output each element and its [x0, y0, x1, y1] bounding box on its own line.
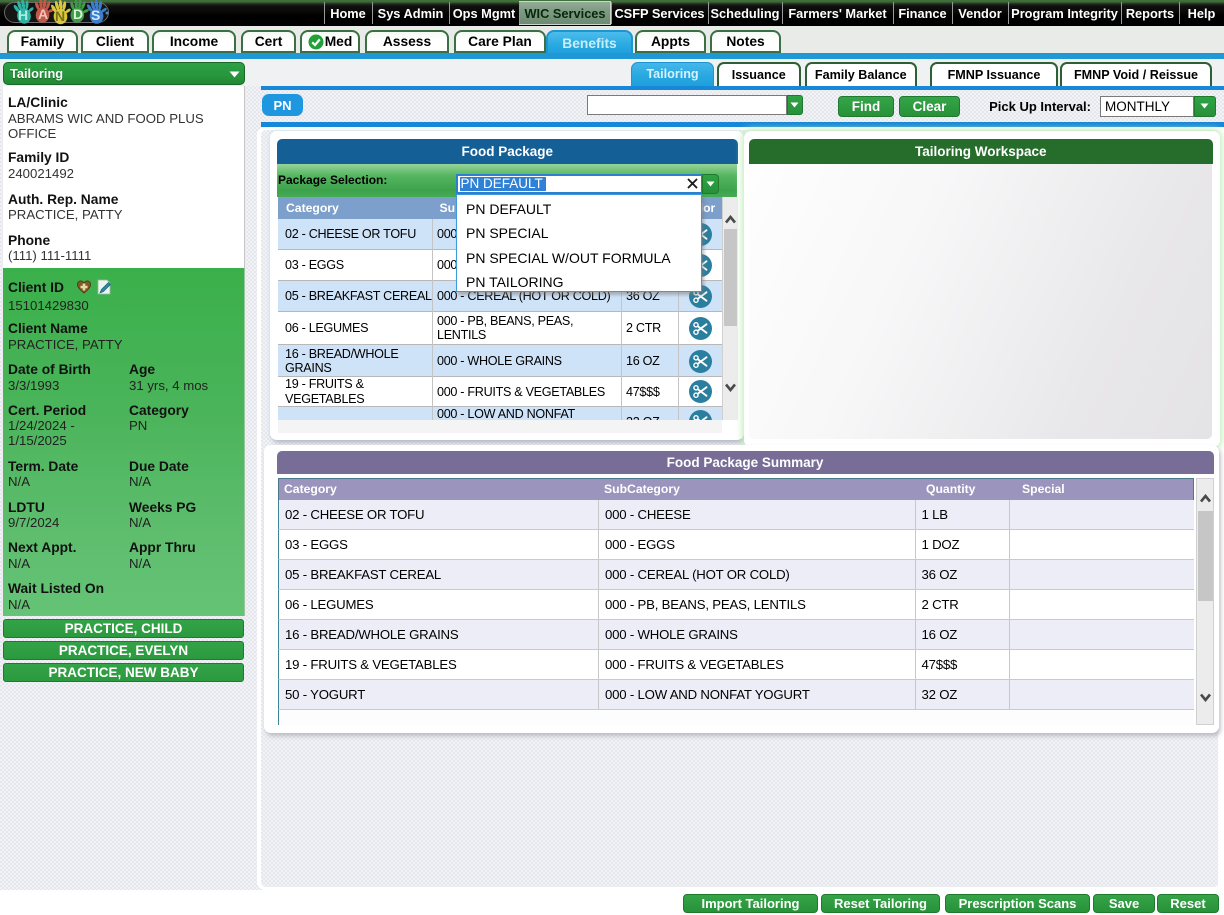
- svg-text:H: H: [18, 7, 28, 23]
- svg-text:S: S: [91, 7, 100, 23]
- svg-text:D: D: [73, 6, 83, 22]
- svg-text:N: N: [55, 8, 65, 24]
- svg-text:A: A: [38, 6, 48, 22]
